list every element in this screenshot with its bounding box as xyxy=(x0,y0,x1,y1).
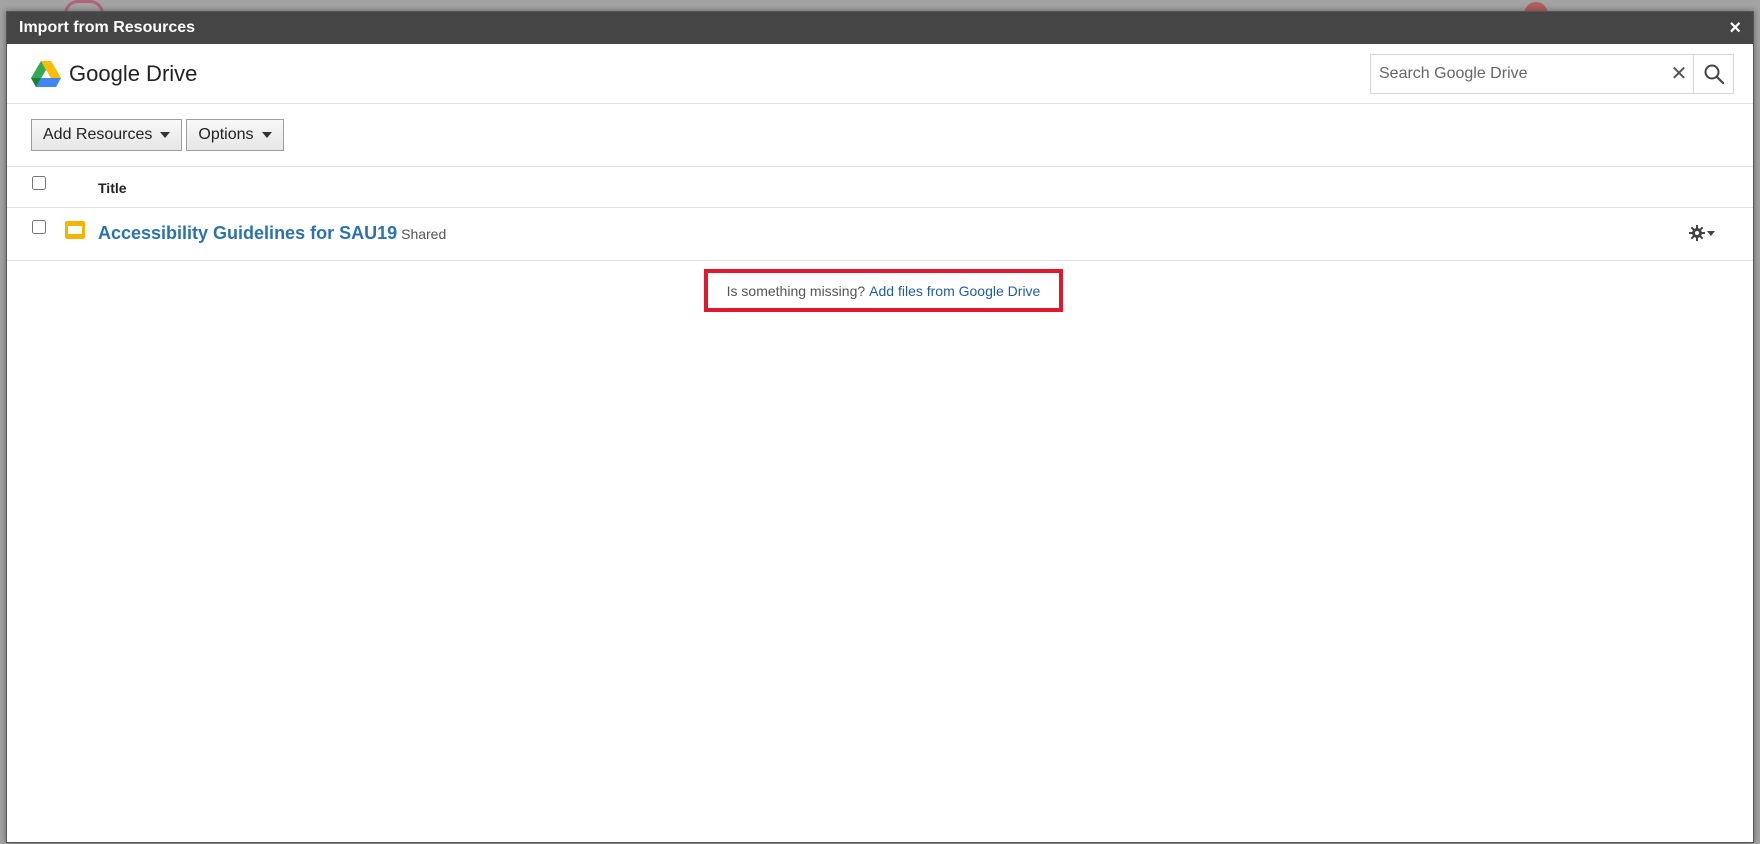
options-label: Options xyxy=(198,126,254,143)
add-files-link[interactable]: Add files from Google Drive xyxy=(869,283,1040,299)
search-button[interactable] xyxy=(1693,54,1733,93)
search-icon xyxy=(1704,64,1724,84)
brand: Google Drive xyxy=(31,60,198,87)
modal-title: Import from Resources xyxy=(19,19,196,36)
row-checkbox-wrap xyxy=(32,220,46,239)
import-modal: Import from Resources × Google Drive ✕ xyxy=(6,11,1754,843)
google-drive-logo-icon xyxy=(31,60,61,87)
chevron-down-icon xyxy=(1707,230,1715,236)
modal-header: Import from Resources × xyxy=(7,12,1753,44)
clear-search-icon[interactable]: ✕ xyxy=(1671,54,1687,93)
file-title: Accessibility Guidelines for SAU19 xyxy=(98,223,398,243)
add-resources-button[interactable]: Add Resources xyxy=(31,119,183,151)
chevron-down-icon xyxy=(160,132,171,138)
chevron-down-icon xyxy=(261,132,272,138)
gear-icon xyxy=(1689,225,1705,241)
select-all-checkbox-wrap xyxy=(32,176,46,195)
slides-file-icon xyxy=(65,221,85,244)
close-icon[interactable]: × xyxy=(1729,18,1741,38)
toolbar: Add Resources Options xyxy=(7,104,1753,167)
search-box: ✕ xyxy=(1370,53,1734,94)
missing-files-notice: Is something missing? Add files from Goo… xyxy=(704,269,1063,312)
shared-badge: Shared xyxy=(401,226,447,242)
table-row: Accessibility Guidelines for SAU19 Shared xyxy=(7,208,1753,261)
row-actions-menu[interactable] xyxy=(1689,225,1715,241)
column-header-title[interactable]: Title xyxy=(98,180,127,196)
select-all-checkbox[interactable] xyxy=(32,176,46,190)
missing-text: Is something missing? xyxy=(726,282,866,299)
row-checkbox[interactable] xyxy=(32,220,46,234)
drive-header: Google Drive ✕ xyxy=(7,44,1753,104)
search-input[interactable] xyxy=(1371,54,1671,93)
brand-name: Google Drive xyxy=(69,60,198,86)
options-button[interactable]: Options xyxy=(186,119,284,151)
table-header: Title xyxy=(7,167,1753,208)
file-title-link[interactable]: Accessibility Guidelines for SAU19 Shared xyxy=(98,223,446,244)
add-resources-label: Add Resources xyxy=(43,126,153,143)
